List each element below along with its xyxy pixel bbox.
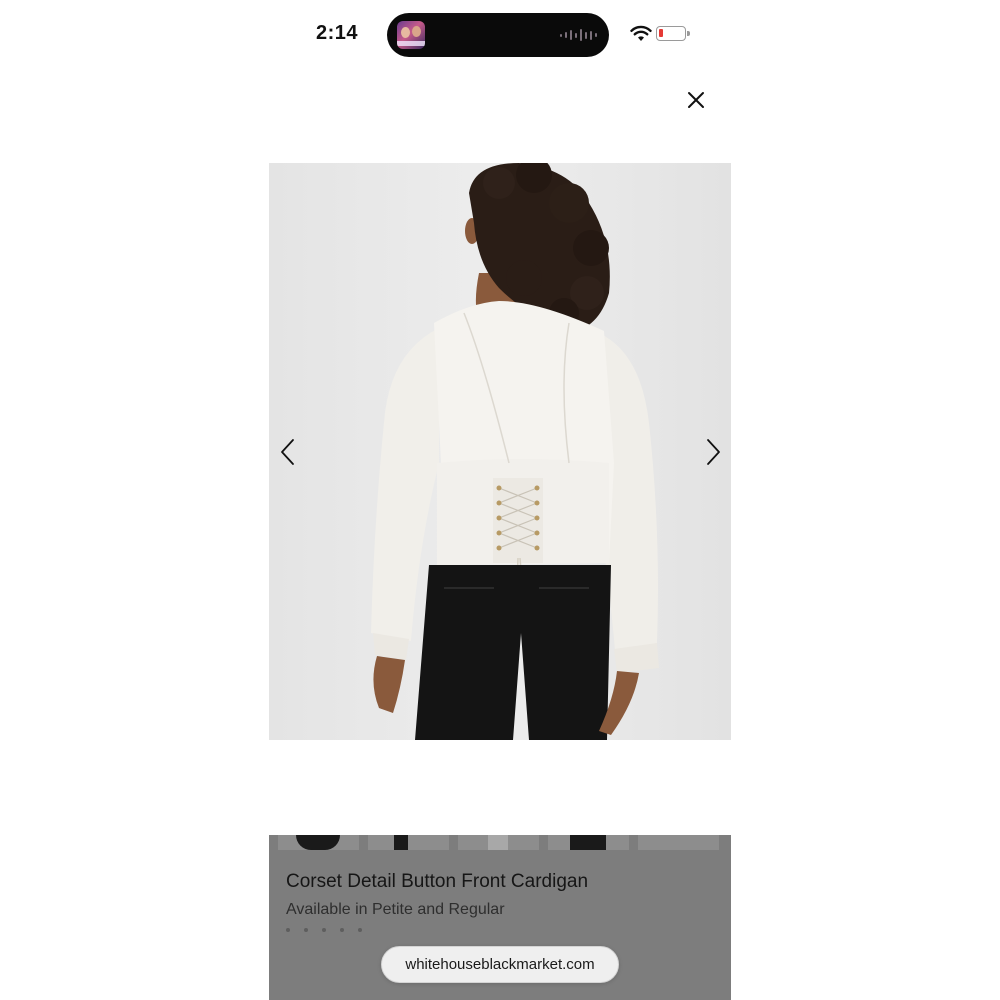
thumbnail[interactable] — [638, 835, 719, 850]
close-icon[interactable] — [682, 86, 710, 114]
audio-waveform-icon — [560, 26, 597, 44]
product-title: Corset Detail Button Front Cardigan — [286, 871, 589, 892]
product-availability: Available in Petite and Regular — [286, 901, 505, 918]
product-image[interactable] — [269, 163, 731, 740]
wifi-icon — [630, 25, 652, 41]
thumbnail[interactable] — [458, 835, 539, 850]
url-bar[interactable]: whitehouseblackmarket.com — [381, 946, 619, 983]
now-playing-artwork — [397, 21, 425, 49]
thumbnail[interactable] — [548, 835, 629, 850]
chevron-left-icon[interactable] — [275, 436, 301, 468]
thumbnail[interactable] — [278, 835, 359, 850]
chevron-right-icon[interactable] — [700, 436, 726, 468]
thumbnail[interactable] — [368, 835, 449, 850]
status-time: 2:14 — [316, 22, 359, 44]
model-back-view-image — [269, 163, 731, 740]
rating-stars — [286, 928, 362, 932]
dynamic-island[interactable] — [387, 13, 609, 57]
thumbnail-strip[interactable] — [278, 835, 719, 850]
battery-icon — [656, 26, 690, 41]
